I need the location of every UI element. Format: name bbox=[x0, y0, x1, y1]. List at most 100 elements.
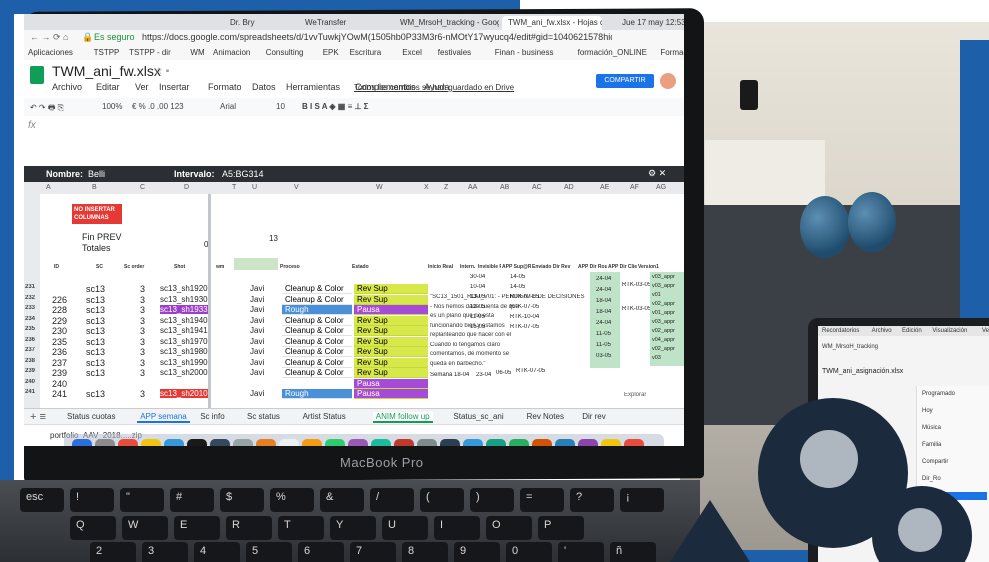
cell-proceso[interactable]: Cleanup & Color bbox=[282, 315, 352, 326]
cell-shot[interactable]: sc13_sh1980 bbox=[160, 347, 208, 356]
dock-app-icon[interactable] bbox=[417, 439, 437, 446]
zoom-select[interactable]: 100% bbox=[102, 102, 122, 111]
dock-app-icon[interactable] bbox=[279, 439, 299, 446]
bookmark-item[interactable]: TSTPP bbox=[94, 48, 120, 57]
column-header[interactable]: Shot bbox=[174, 264, 215, 270]
column-header[interactable]: Proceso bbox=[280, 264, 351, 270]
menu-item[interactable]: Herramientas bbox=[286, 82, 340, 92]
cell-proceso[interactable]: Cleanup & Color bbox=[282, 284, 352, 294]
dock-app-icon[interactable] bbox=[463, 439, 483, 446]
cell-order[interactable]: 3 bbox=[140, 358, 145, 368]
column-letter[interactable]: U bbox=[252, 184, 257, 191]
column-header[interactable]: APP Dir Client bbox=[608, 264, 637, 270]
menu-item[interactable]: Datos bbox=[252, 82, 276, 92]
cell-estado[interactable]: Rev Sup bbox=[354, 336, 428, 347]
tab-4-active[interactable]: TWM_ani_fw.xlsx - Hojas de c bbox=[502, 16, 602, 30]
cell-order[interactable]: 3 bbox=[140, 284, 145, 294]
cell-proceso[interactable]: Rough bbox=[282, 389, 352, 399]
cell-sc[interactable]: sc13 bbox=[86, 295, 105, 305]
tab-1[interactable]: Dr. Bry bbox=[224, 16, 294, 30]
cell-sc[interactable]: sc13 bbox=[86, 389, 105, 399]
cell-estado[interactable]: Rev Sup bbox=[354, 368, 428, 378]
cell-shot[interactable]: sc13_sh2010 bbox=[160, 389, 208, 398]
cell-shot[interactable]: sc13_sh1970 bbox=[160, 337, 208, 346]
column-letter[interactable]: V bbox=[294, 184, 299, 191]
column-header[interactable]: Estado bbox=[352, 264, 427, 270]
sheet-tab[interactable]: Dir rev bbox=[579, 412, 609, 421]
laptop2-sidebar-item[interactable]: Programado bbox=[919, 390, 987, 398]
version-cell[interactable]: v03_appr bbox=[652, 319, 675, 325]
cell-sc[interactable]: sc13 bbox=[86, 337, 105, 347]
bookmark-item[interactable]: Consulting bbox=[266, 48, 304, 57]
cell-sc[interactable]: sc13 bbox=[86, 316, 105, 326]
column-header[interactable]: Envíado Dir Rev bbox=[532, 264, 577, 270]
dock-app-icon[interactable] bbox=[532, 439, 552, 446]
cell-artist[interactable]: Javi bbox=[250, 305, 264, 314]
cell-id[interactable]: 230 bbox=[52, 326, 67, 336]
version-cell[interactable]: v02_appr bbox=[652, 346, 675, 352]
version-cell[interactable]: v03_appr bbox=[652, 274, 675, 280]
bookmark-item[interactable]: Aplicaciones bbox=[28, 48, 73, 57]
star-icon[interactable]: ☆ ▪ bbox=[154, 66, 169, 77]
cell-id[interactable]: 237 bbox=[52, 358, 67, 368]
bookmark-item[interactable]: EPK bbox=[323, 48, 339, 57]
column-header[interactable]: SC bbox=[96, 264, 123, 270]
dock-app-icon[interactable] bbox=[624, 439, 644, 446]
url-text[interactable]: https://docs.google.com/spreadsheets/d/1… bbox=[142, 32, 612, 42]
column-header[interactable]: Inicio Real bbox=[428, 264, 459, 270]
dock-app-icon[interactable] bbox=[578, 439, 598, 446]
cell-estado[interactable]: Rev Sup bbox=[354, 294, 428, 305]
explore-button[interactable]: Explorar bbox=[624, 392, 646, 398]
sheet-tab[interactable]: Rev Notes bbox=[524, 412, 567, 421]
cell-order[interactable]: 3 bbox=[140, 389, 145, 399]
cell-sc[interactable]: sc13 bbox=[86, 326, 105, 336]
dock-app-icon[interactable] bbox=[164, 439, 184, 446]
cell-proceso[interactable]: Cleanup & Color bbox=[282, 347, 352, 357]
cell-shot[interactable]: sc13_sh1920 bbox=[160, 284, 208, 293]
cell-order[interactable]: 3 bbox=[140, 326, 145, 336]
dock-app-icon[interactable] bbox=[509, 439, 529, 446]
number-format-icon[interactable]: € % .0 .00 123 bbox=[132, 102, 184, 111]
column-letter[interactable]: A bbox=[46, 184, 51, 191]
dock-app-icon[interactable] bbox=[118, 439, 138, 446]
text-style-icons[interactable]: B I S A ◈ ▦ ≡ ⊥ Σ bbox=[302, 102, 368, 111]
laptop2-menu-item[interactable]: Recordatorios bbox=[822, 328, 859, 334]
dock-app-icon[interactable] bbox=[233, 439, 253, 446]
column-header[interactable]: Invisible Rev Su bbox=[478, 264, 501, 270]
sheet-tab[interactable]: ANIM follow up bbox=[372, 412, 433, 423]
column-letter[interactable]: C bbox=[140, 184, 145, 191]
cell-artist[interactable]: Javi bbox=[250, 347, 264, 356]
column-letter[interactable]: Z bbox=[444, 184, 448, 191]
column-letter[interactable]: AF bbox=[630, 184, 639, 191]
cell-estado[interactable]: Rev Sup bbox=[354, 326, 428, 336]
cell-artist[interactable]: Javi bbox=[250, 368, 264, 377]
menu-item[interactable]: Archivo bbox=[52, 82, 82, 92]
dock-app-icon[interactable] bbox=[95, 439, 115, 446]
cell-shot[interactable]: sc13_sh1941 bbox=[160, 326, 208, 335]
laptop2-menu-item[interactable]: Archivo bbox=[872, 328, 892, 334]
column-header[interactable]: APP Dir Rough bbox=[578, 264, 607, 270]
cell-estado[interactable]: Pausa bbox=[354, 389, 428, 399]
bookmark-item[interactable]: Animacion bbox=[213, 48, 250, 57]
cell-shot[interactable]: sc13_sh1990 bbox=[160, 358, 208, 367]
cell-id[interactable]: 236 bbox=[52, 347, 67, 357]
font-select[interactable]: Arial bbox=[220, 102, 236, 111]
column-header[interactable]: APP Sup@RTK bbox=[502, 264, 531, 270]
cell-id[interactable]: 226 bbox=[52, 295, 67, 305]
dock-app-icon[interactable] bbox=[555, 439, 575, 446]
bookmark-item[interactable]: Formacion bbox=[660, 48, 684, 57]
column-letter[interactable]: AG bbox=[656, 184, 666, 191]
dock-app-icon[interactable] bbox=[302, 439, 322, 446]
bookmark-item[interactable]: TSTPP - dir bbox=[129, 48, 171, 57]
laptop2-sidebar-item[interactable]: Compartir bbox=[919, 458, 987, 466]
cell-order[interactable]: 3 bbox=[140, 295, 145, 305]
cell-artist[interactable]: Javi bbox=[250, 326, 264, 335]
cell-shot[interactable]: sc13_sh1940 bbox=[160, 316, 208, 325]
dock-app-icon[interactable] bbox=[601, 439, 621, 446]
cell-order[interactable]: 3 bbox=[140, 316, 145, 326]
tab-3[interactable]: WM_MrsoH_tracking - Googl bbox=[394, 16, 499, 30]
version-cell[interactable]: v04_appr bbox=[652, 337, 675, 343]
cell-sc[interactable]: sc13 bbox=[86, 284, 105, 294]
cell-id[interactable]: 228 bbox=[52, 305, 67, 315]
column-letter[interactable]: AC bbox=[532, 184, 542, 191]
